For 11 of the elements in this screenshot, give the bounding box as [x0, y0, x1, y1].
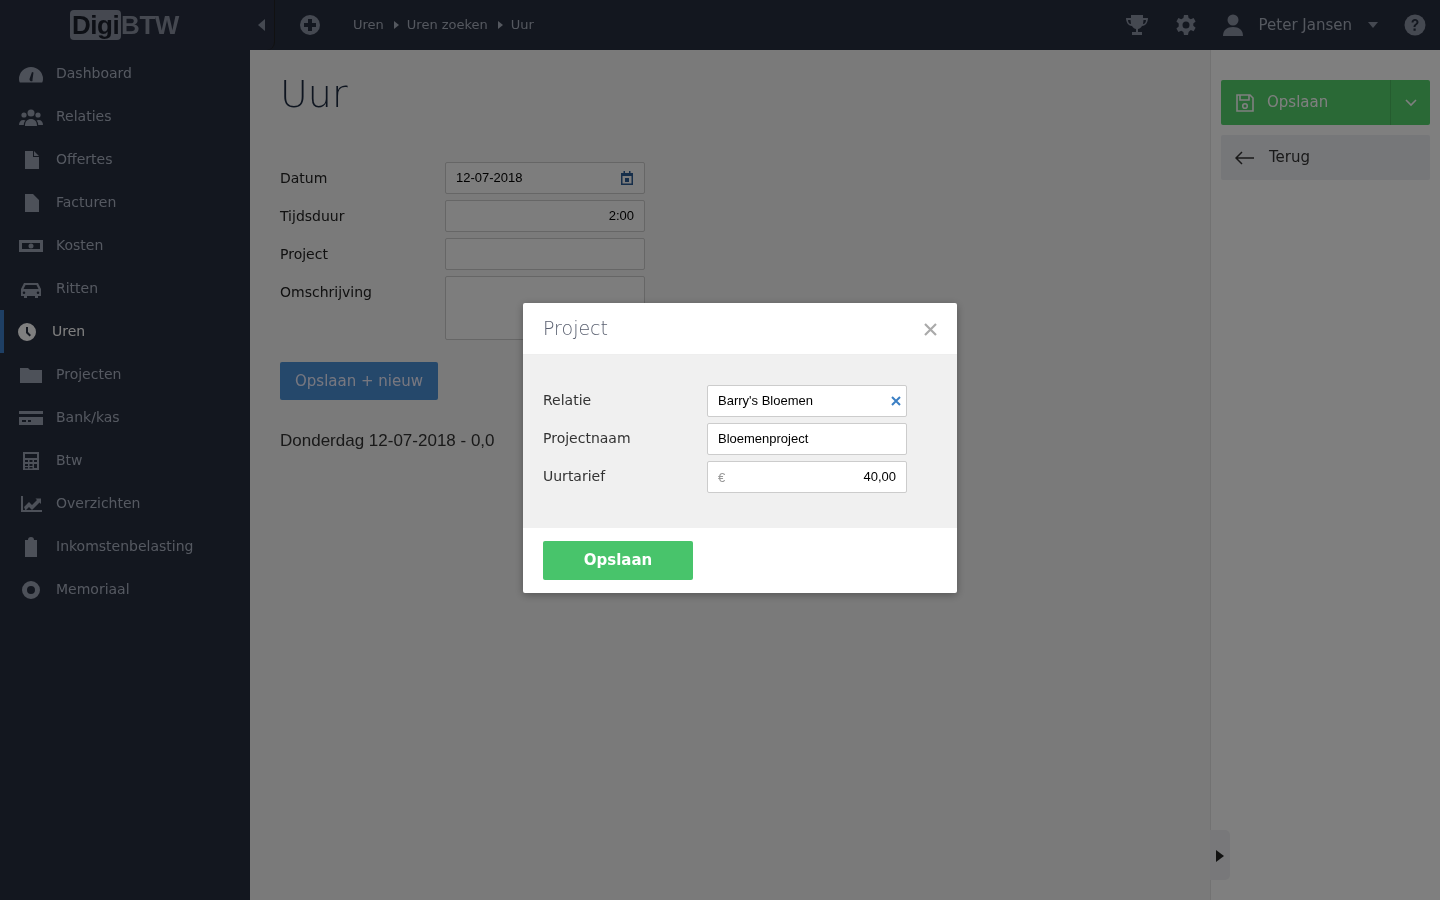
currency-symbol: € — [718, 468, 726, 487]
field-label: Datum — [280, 168, 329, 188]
dialog-title: Project — [543, 317, 608, 340]
field-label: Project — [280, 244, 329, 264]
field-label: Tijdsduur — [280, 206, 346, 226]
field-label: Omschrijving — [280, 282, 373, 302]
field-label: Uurtarief — [543, 467, 607, 487]
field-label: Relatie — [543, 391, 593, 411]
field-label: Projectnaam — [543, 429, 632, 449]
page-title: Uur — [280, 72, 349, 118]
day-summary: Donderdag 12-07-2018 - 0,0 — [280, 430, 495, 453]
